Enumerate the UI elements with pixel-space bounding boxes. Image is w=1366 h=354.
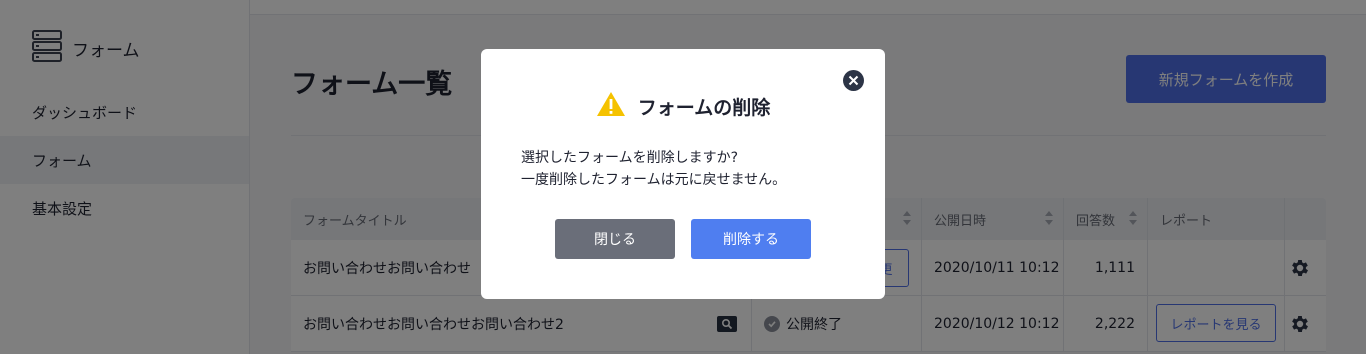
cancel-button[interactable]: 閉じる (555, 219, 675, 259)
warning-icon (596, 91, 626, 121)
close-icon[interactable] (843, 70, 864, 91)
modal-title: フォームの削除 (637, 96, 771, 119)
modal-body-line2: 一度削除したフォームは元に戻せません。 (521, 172, 787, 188)
delete-form-modal: フォームの削除 選択したフォームを削除しますか? 一度削除したフォームは元に戻せ… (481, 49, 885, 299)
modal-body-line1: 選択したフォームを削除しますか? (521, 150, 739, 166)
delete-button[interactable]: 削除する (691, 219, 811, 259)
modal-header: フォームの削除 (481, 91, 885, 121)
modal-body: 選択したフォームを削除しますか? 一度削除したフォームは元に戻せません。 (521, 147, 786, 191)
